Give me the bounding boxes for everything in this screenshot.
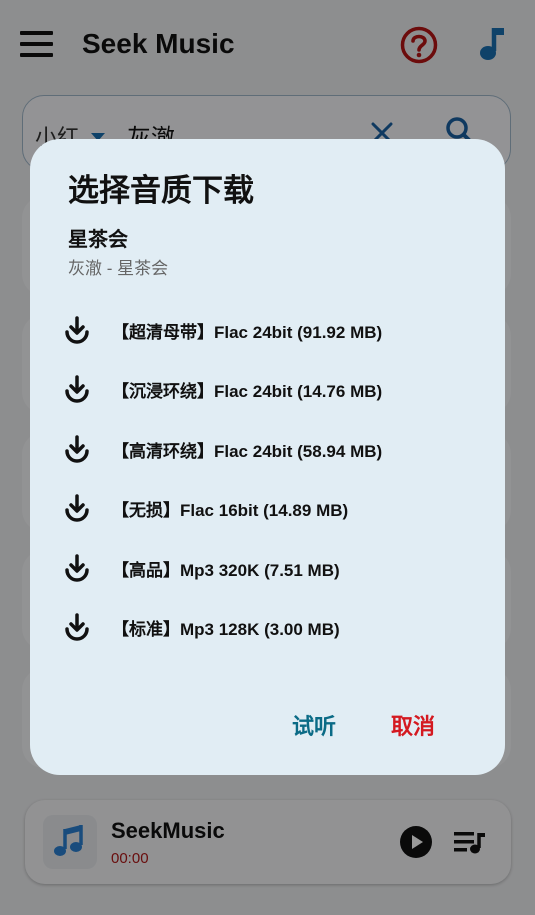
quality-option[interactable]: 【超清母带】Flac 24bit (91.92 MB) <box>60 305 480 351</box>
quality-option[interactable]: 【高品】Mp3 320K (7.51 MB) <box>60 543 480 589</box>
quality-option[interactable]: 【无损】Flac 16bit (14.89 MB) <box>60 483 480 529</box>
download-icon <box>65 316 89 344</box>
quality-dialog: 选择音质下载 星茶会 灰澈 - 星茶会 【超清母带】Flac 24bit (91… <box>30 139 505 775</box>
quality-option-label: 【标准】Mp3 128K (3.00 MB) <box>112 620 340 639</box>
download-icon <box>65 613 89 641</box>
quality-option-label: 【沉浸环绕】Flac 24bit (14.76 MB) <box>112 382 383 401</box>
quality-option[interactable]: 【标准】Mp3 128K (3.00 MB) <box>60 602 480 648</box>
download-icon <box>65 554 89 582</box>
download-icon <box>65 435 89 463</box>
quality-option-label: 【高清环绕】Flac 24bit (58.94 MB) <box>112 442 383 461</box>
quality-option-label: 【高品】Mp3 320K (7.51 MB) <box>112 561 340 580</box>
song-name: 星茶会 <box>68 229 128 251</box>
dialog-title: 选择音质下载 <box>68 173 254 208</box>
cancel-button[interactable]: 取消 <box>391 709 435 741</box>
quality-option-label: 【无损】Flac 16bit (14.89 MB) <box>112 501 349 520</box>
quality-option[interactable]: 【沉浸环绕】Flac 24bit (14.76 MB) <box>60 364 480 410</box>
listen-button[interactable]: 试听 <box>292 709 336 741</box>
download-icon <box>65 375 89 403</box>
quality-option-label: 【超清母带】Flac 24bit (91.92 MB) <box>112 323 383 342</box>
song-artist-title: 灰澈 - 星茶会 <box>68 259 169 278</box>
quality-option[interactable]: 【高清环绕】Flac 24bit (58.94 MB) <box>60 424 480 470</box>
download-icon <box>65 494 89 522</box>
